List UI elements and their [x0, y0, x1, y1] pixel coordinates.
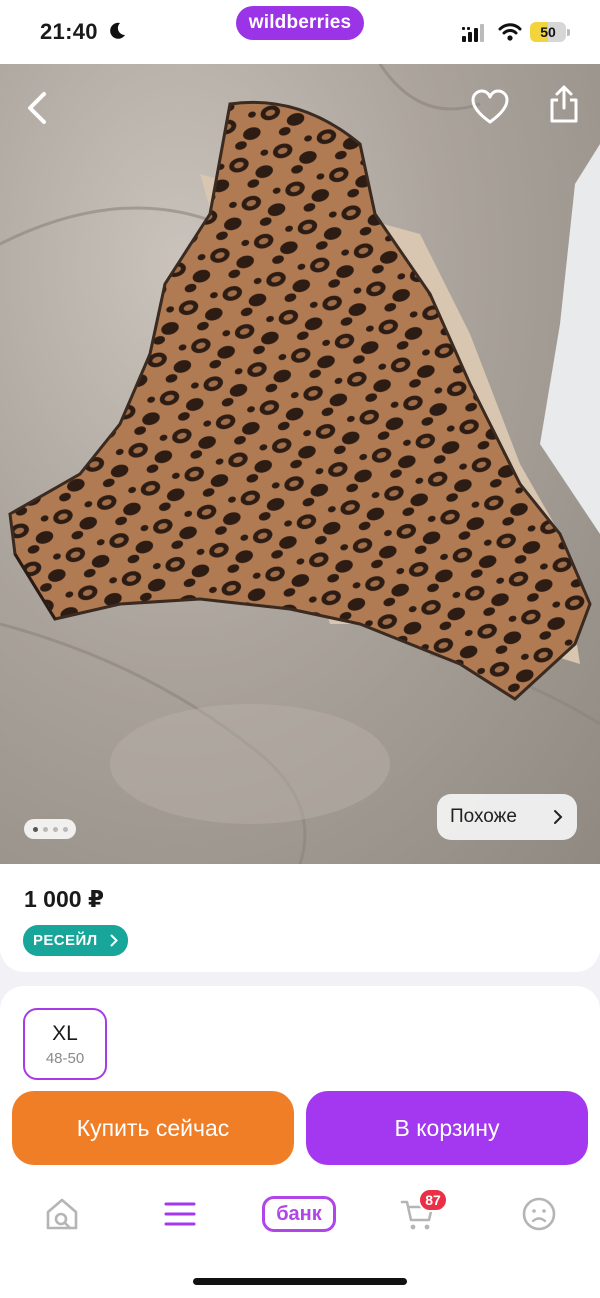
wifi-icon [498, 23, 522, 41]
chevron-right-icon [110, 934, 118, 947]
product-image [0, 64, 600, 864]
tab-bank-label: банк [276, 1203, 322, 1225]
buy-now-label: Купить сейчас [76, 1114, 230, 1141]
gallery-dot [52, 826, 58, 832]
profile-icon[interactable] [521, 1196, 557, 1232]
similar-button[interactable]: Похоже [437, 794, 577, 840]
size-range: 48-50 [45, 1050, 85, 1067]
share-icon[interactable] [544, 84, 584, 124]
gallery-dot [62, 826, 68, 832]
tab-bank[interactable]: банк [262, 1196, 336, 1232]
resale-badge[interactable]: РЕСЕЙЛ [23, 925, 128, 956]
gallery-pagination [24, 819, 76, 839]
similar-label: Похоже [450, 806, 517, 827]
battery-level: 50 [540, 24, 556, 40]
moon-icon [110, 22, 125, 39]
gallery-dot [32, 826, 38, 832]
buy-now-button[interactable]: Купить сейчас [12, 1091, 294, 1165]
menu-icon[interactable] [162, 1196, 198, 1232]
brand-logo-pill[interactable]: wildberries [236, 6, 364, 40]
size-option-selected[interactable]: XL 48-50 [23, 1008, 107, 1080]
cellular-signal-icon [462, 24, 484, 42]
battery-indicator: 50 [530, 22, 570, 42]
chevron-right-icon [554, 810, 563, 824]
product-photo[interactable] [0, 64, 600, 864]
resale-badge-label: РЕСЕЙЛ [33, 932, 98, 949]
heart-icon[interactable] [470, 88, 510, 128]
status-time: 21:40 [40, 19, 98, 44]
add-to-cart-label: В корзину [394, 1114, 500, 1141]
brand-name: wildberries [248, 12, 352, 33]
cart-count-badge: 87 [418, 1188, 448, 1212]
add-to-cart-button[interactable]: В корзину [306, 1091, 588, 1165]
status-bar: 21:40 wildberries 50 [0, 0, 600, 64]
product-price: 1 000 ₽ [24, 886, 104, 912]
back-icon[interactable] [18, 88, 58, 128]
home-indicator [193, 1278, 407, 1285]
size-label: XL [52, 1022, 78, 1045]
gallery-dot [42, 826, 48, 832]
home-search-icon[interactable] [44, 1196, 80, 1232]
